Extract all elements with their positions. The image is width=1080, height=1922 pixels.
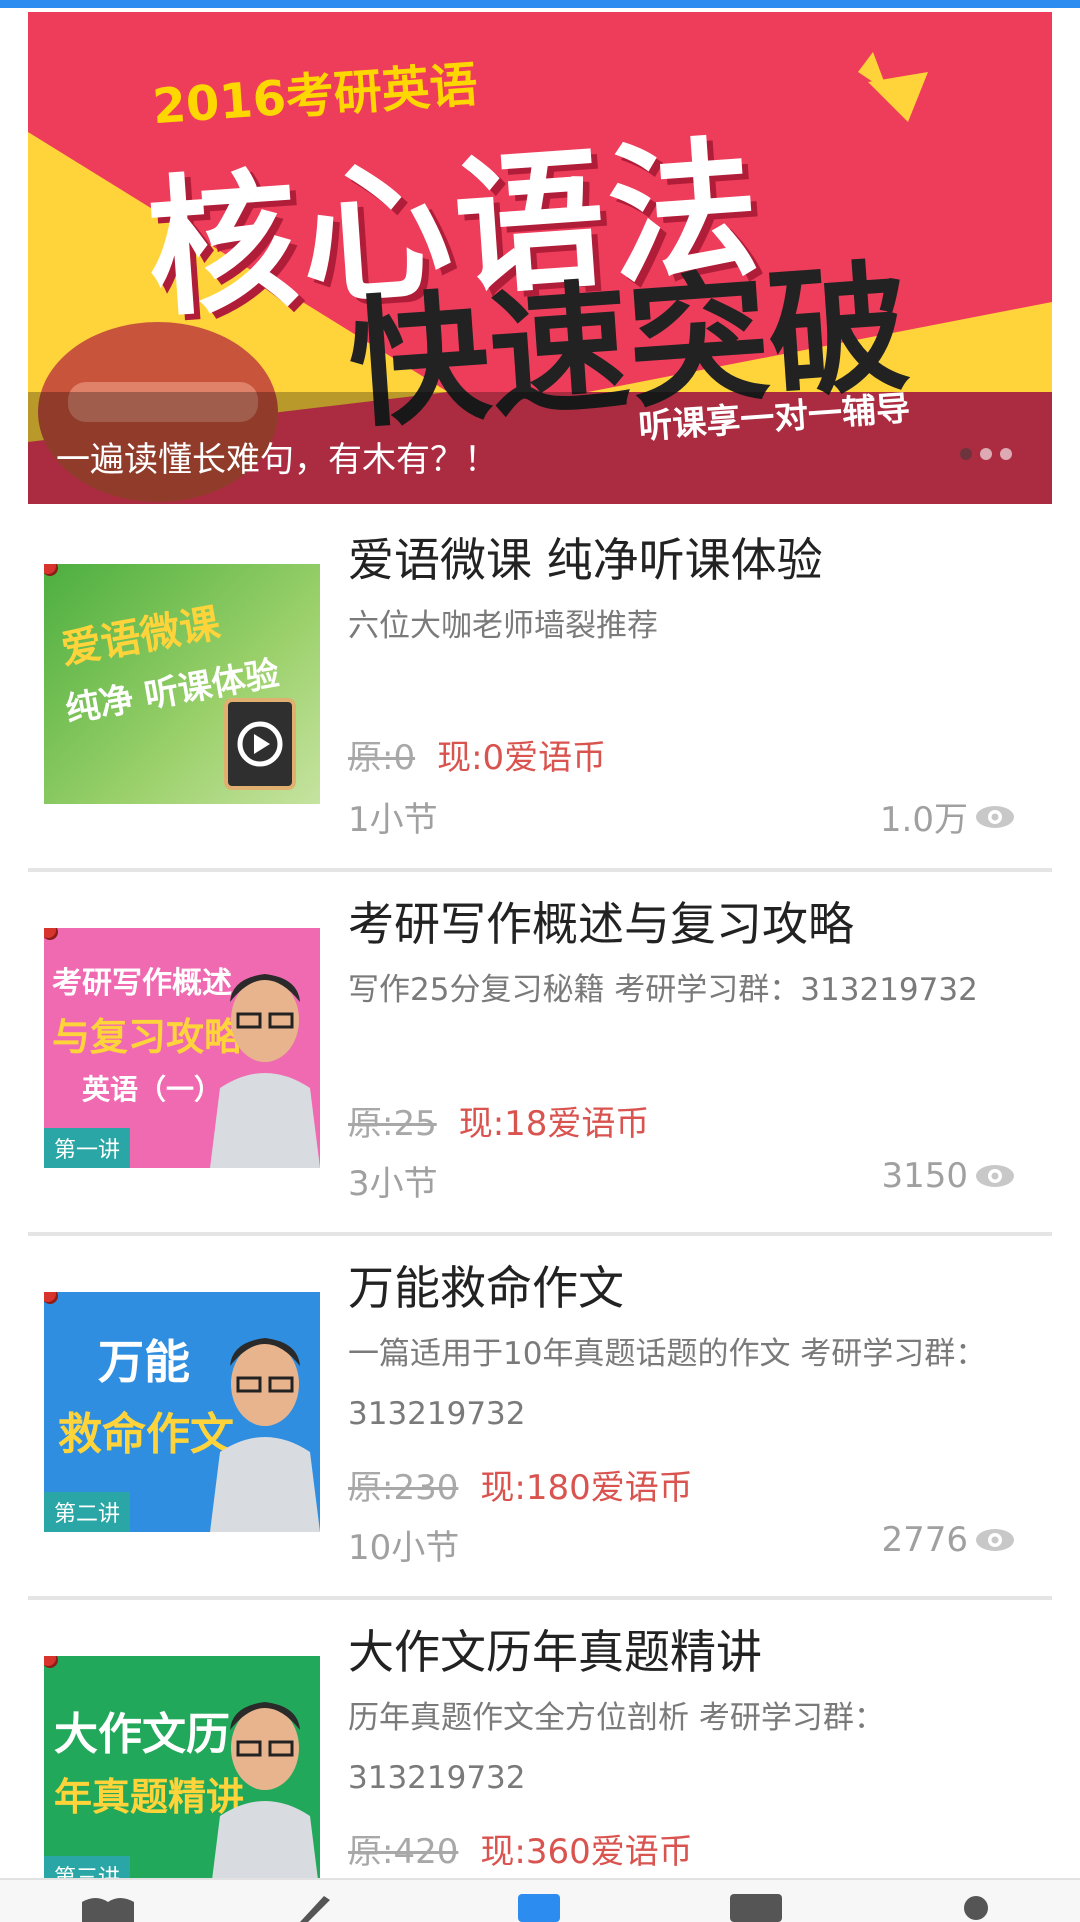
- thumb-line1: 万能: [98, 1335, 190, 1389]
- course-tab-icon[interactable]: [514, 1894, 564, 1922]
- course-price: 原:420 现:360爱语币: [348, 1824, 693, 1873]
- thumb-line1: 大作文历: [54, 1709, 230, 1760]
- course-thumbnail: 大作文历 年真题精讲 第三讲: [44, 1656, 320, 1878]
- section-count: 10小节: [348, 1528, 460, 1568]
- teacher-photo: [212, 1702, 318, 1878]
- course-price: 原:230 现:180爱语币: [348, 1460, 693, 1509]
- view-count: 3150: [881, 1156, 1016, 1196]
- current-price: 现:0爱语币: [437, 738, 607, 778]
- carousel-indicator: [960, 448, 1012, 460]
- original-price: 原:420: [348, 1832, 459, 1872]
- status-accent-bar: [0, 0, 1080, 8]
- view-count-text: 1.0万: [879, 800, 968, 840]
- carousel-dot: [1000, 448, 1012, 460]
- lecture-tag: 第三讲: [44, 1856, 131, 1878]
- eye-icon: [976, 1529, 1014, 1551]
- course-thumbnail: 爱语微课 纯净 听课体验: [44, 564, 320, 804]
- current-price: 现:180爱语币: [480, 1468, 693, 1508]
- original-price: 原:0: [348, 738, 416, 778]
- course-title: 万能救命作文: [348, 1261, 624, 1315]
- section-count: 1小节: [348, 800, 438, 840]
- thumb-line2: 救命作文: [58, 1409, 234, 1460]
- course-description: 历年真题作文全方位剖析 考研学习群：313219732: [348, 1700, 885, 1796]
- pen-icon[interactable]: [296, 1894, 336, 1922]
- carousel-dot: [980, 448, 992, 460]
- course-description: 一篇适用于10年真题话题的作文 考研学习群：313219732: [348, 1336, 987, 1432]
- current-price: 现:18爱语币: [458, 1104, 650, 1144]
- course-title: 大作文历年真题精讲: [348, 1625, 762, 1679]
- teacher-photo: [210, 1338, 320, 1532]
- teacher-photo: [210, 974, 320, 1168]
- course-thumbnail: 考研写作概述 与复习攻略 英语（一） 第一讲: [44, 928, 320, 1168]
- view-count: 2776: [881, 1520, 1016, 1560]
- eye-icon: [976, 1165, 1014, 1187]
- original-price: 原:230: [348, 1468, 459, 1508]
- current-price: 现:360爱语币: [480, 1832, 693, 1872]
- course-item[interactable]: 考研写作概述 与复习攻略 英语（一） 第一讲 考研写作概述与复习攻略 写作25分…: [28, 872, 1052, 1236]
- course-item[interactable]: 大作文历 年真题精讲 第三讲 大作文历年真题精讲 历年真题作文全方位剖析 考研学…: [28, 1600, 1052, 1878]
- course-description: 写作25分复习秘籍 考研学习群：313219732: [348, 972, 978, 1008]
- banner-caption: 一遍读懂长难句，有木有？！: [56, 440, 498, 480]
- course-description: 六位大咖老师墙裂推荐: [348, 608, 658, 644]
- course-price: 原:0 现:0爱语币: [348, 730, 606, 779]
- course-thumbnail: 万能 救命作文 第二讲: [44, 1292, 320, 1532]
- pin-icon: [44, 928, 56, 938]
- thumb-line3: 英语（一）: [82, 1073, 223, 1106]
- pin-icon: [44, 1656, 56, 1666]
- section-count: 3小节: [348, 1164, 438, 1204]
- course-title: 考研写作概述与复习攻略: [348, 897, 854, 951]
- video-icon[interactable]: [728, 1894, 784, 1922]
- view-count-text: 2776: [881, 1520, 968, 1560]
- play-icon: [224, 698, 296, 790]
- original-price: 原:25: [348, 1104, 437, 1144]
- pin-icon: [44, 564, 56, 574]
- thumb-line1: 考研写作概述: [52, 966, 232, 1001]
- course-price: 原:25 现:18爱语币: [348, 1096, 649, 1145]
- view-count-text: 3150: [881, 1156, 968, 1196]
- eye-icon: [976, 805, 1014, 828]
- promo-banner[interactable]: 2016考研英语 核心语法 快速突破 听课享一对一辅导 一遍读懂长难句，有木有？…: [28, 12, 1052, 504]
- course-title: 爱语微课 纯净听课体验: [348, 533, 823, 587]
- course-item[interactable]: 爱语微课 纯净 听课体验 爱语微课 纯净听课体验 六位大咖老师墙裂推荐 原:0 现…: [28, 508, 1052, 872]
- bottom-navigation: [0, 1878, 1080, 1922]
- course-item[interactable]: 万能 救命作文 第二讲 万能救命作文 一篇适用于10年真题话题的作文 考研学习群…: [28, 1236, 1052, 1600]
- lecture-tag: 第二讲: [44, 1492, 131, 1532]
- pin-icon: [44, 1292, 56, 1302]
- book-icon[interactable]: [78, 1894, 138, 1922]
- lecture-tag: 第一讲: [44, 1128, 131, 1168]
- user-icon[interactable]: [956, 1894, 996, 1922]
- carousel-dot: [960, 448, 972, 460]
- view-count: 1.0万: [880, 792, 1016, 841]
